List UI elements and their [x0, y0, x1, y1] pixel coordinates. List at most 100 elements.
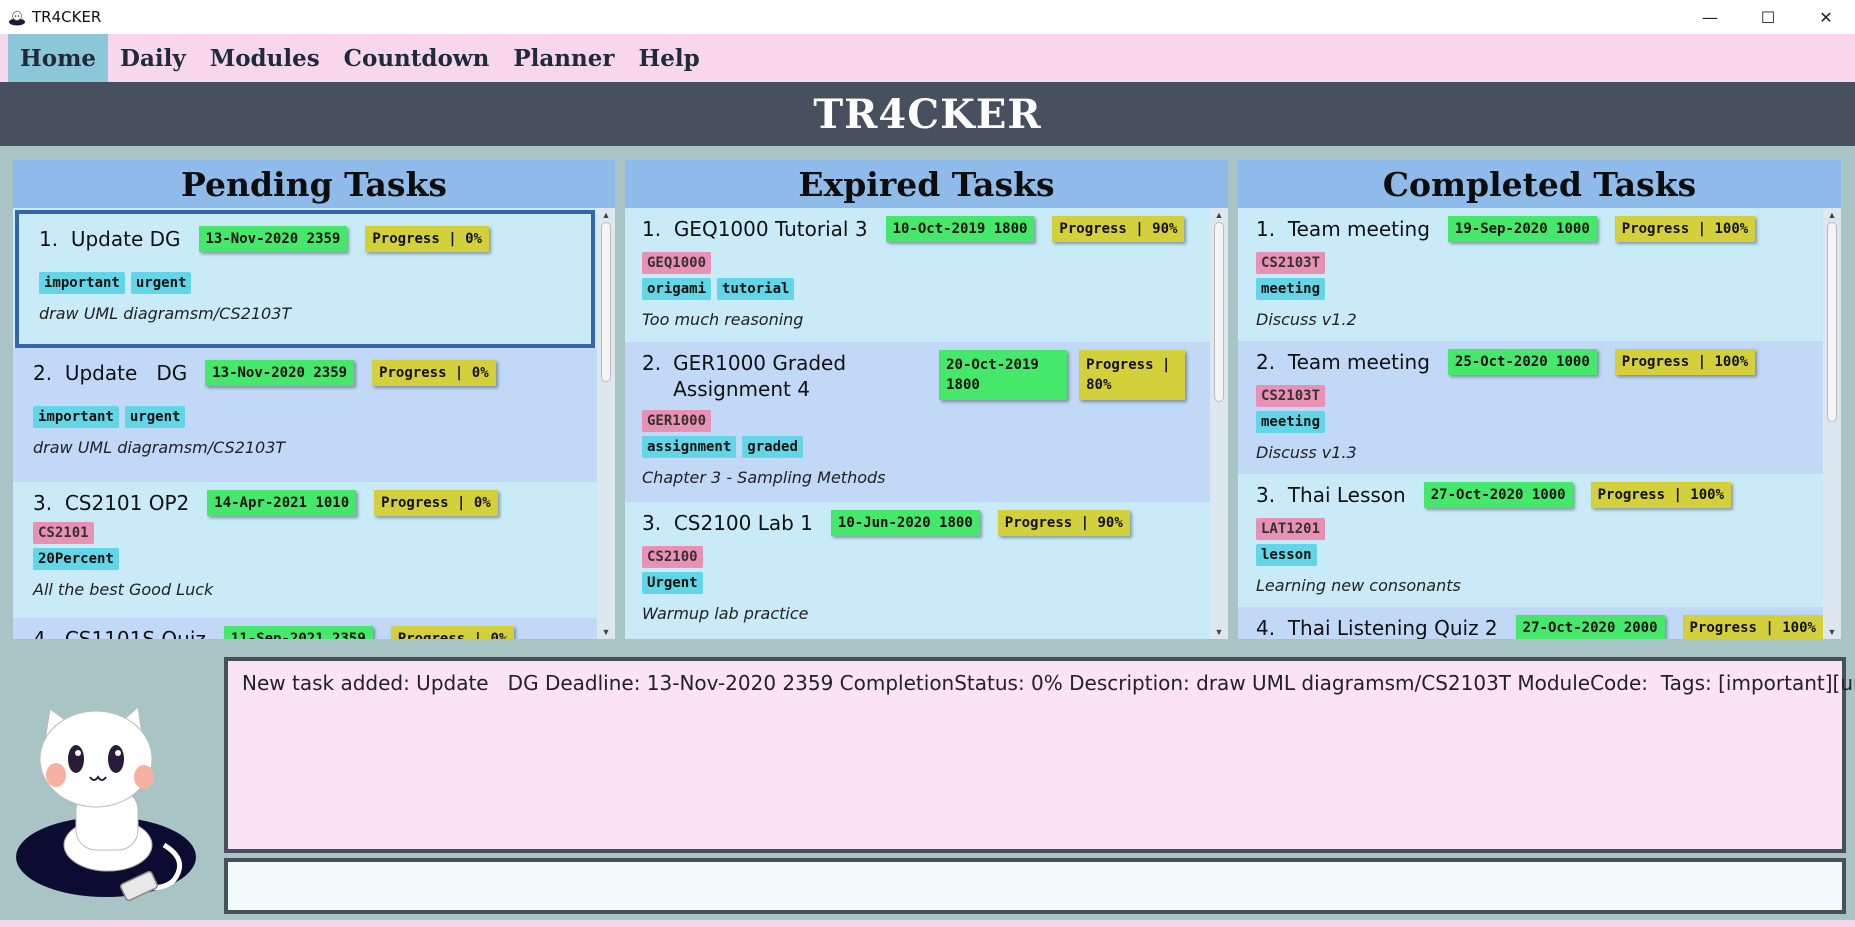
task-card[interactable]: 3. CS2101 OP2 14-Apr-2021 1010 Progress … — [13, 482, 597, 618]
tag: important — [33, 406, 119, 428]
task-title: 3. Thai Lesson — [1256, 483, 1406, 507]
progress-badge: Progress | 0% — [374, 490, 498, 516]
command-input[interactable] — [224, 858, 1846, 914]
completed-scrollbar[interactable]: ▲ ▼ — [1823, 208, 1841, 639]
progress-badge: Progress | 0% — [372, 360, 496, 386]
tag: lesson — [1256, 544, 1317, 566]
task-description: Learning new consonants — [1256, 576, 1461, 595]
progress-badge: Progress | 100% — [1614, 216, 1756, 242]
task-description: Warmup lab practice — [642, 604, 809, 623]
task-card[interactable]: 2. Update DG 13-Nov-2020 2359 Progress |… — [13, 348, 597, 482]
deadline-badge: 10-Oct-2019 1800 — [885, 216, 1035, 242]
module-tag: LAT1201 — [1256, 518, 1326, 540]
task-card[interactable]: 1. Team meeting 19-Sep-2020 1000 Progres… — [1238, 208, 1823, 341]
deadline-badge: 13-Nov-2020 2359 — [205, 360, 355, 386]
task-title: 3. CS2101 OP2 — [33, 491, 190, 515]
scroll-thumb[interactable] — [1827, 222, 1837, 422]
deadline-badge: 11-Sep-2021 2359 — [223, 626, 373, 639]
module-list: CS2100 — [642, 546, 1192, 568]
progress-badge: Progress | 0% — [390, 626, 515, 639]
module-tag: GER1000 — [642, 410, 712, 432]
deadline-badge: 19-Sep-2020 1000 — [1447, 216, 1597, 242]
close-icon[interactable]: ✕ — [1797, 0, 1855, 34]
panel-header: Completed Tasks — [1238, 160, 1841, 208]
tag-list: lesson — [1256, 544, 1805, 566]
menu-modules[interactable]: Modules — [198, 34, 332, 82]
task-title: 1. GEQ1000 Tutorial 3 — [642, 217, 868, 241]
deadline-badge: 10-Jun-2020 1800 — [830, 510, 980, 536]
module-list: CS2103T — [1256, 385, 1805, 407]
task-description: Discuss v1.3 — [1256, 443, 1357, 462]
task-card[interactable]: 3. CS2100 Lab 1 10-Jun-2020 1800 Progres… — [625, 502, 1210, 639]
task-title: 1. Update DG — [39, 227, 181, 251]
task-card[interactable]: 4. CS1101S Quiz 11-Sep-2021 2359 Progres… — [13, 618, 597, 639]
task-description: Chapter 3 - Sampling Methods — [642, 468, 886, 487]
progress-badge: Progress | 90% — [997, 510, 1130, 536]
minimize-icon[interactable]: — — [1681, 0, 1739, 34]
maximize-icon[interactable]: ☐ — [1739, 0, 1797, 34]
tag: meeting — [1256, 411, 1326, 433]
scroll-down-icon[interactable]: ▼ — [1210, 625, 1228, 639]
deadline-badge: 27-Oct-2020 2000 — [1515, 615, 1665, 639]
progress-badge: Progress | 100% — [1614, 349, 1756, 375]
task-card[interactable]: 3. Thai Lesson 27-Oct-2020 1000 Progress… — [1238, 474, 1823, 607]
window-title: TR4CKER — [32, 8, 102, 26]
scroll-up-icon[interactable]: ▲ — [1823, 208, 1841, 222]
window-titlebar: TR4CKER — ☐ ✕ — [0, 0, 1855, 34]
task-card[interactable]: 2. Team meeting 25-Oct-2020 1000 Progres… — [1238, 341, 1823, 474]
module-list: CS2101 — [33, 522, 579, 544]
progress-badge: Progress | 100% — [1590, 482, 1732, 508]
module-list: GEQ1000 — [642, 252, 1192, 274]
panel-title: Completed Tasks — [1382, 164, 1697, 204]
task-title: 4. CS1101S Quiz — [33, 627, 206, 639]
tag: 20Percent — [33, 548, 119, 570]
progress-badge: Progress | 80% — [1079, 350, 1186, 400]
tag: tutorial — [717, 278, 795, 300]
task-title: 3. CS2100 Lab 1 — [642, 511, 813, 535]
scroll-thumb[interactable] — [1214, 222, 1224, 402]
scroll-up-icon[interactable]: ▲ — [597, 208, 615, 222]
expired-scrollbar[interactable]: ▲ ▼ — [1210, 208, 1228, 639]
menu-planner[interactable]: Planner — [501, 34, 626, 82]
menu-help[interactable]: Help — [626, 34, 711, 82]
menu-daily[interactable]: Daily — [108, 34, 198, 82]
task-title: 2. Update DG — [33, 361, 188, 385]
scroll-up-icon[interactable]: ▲ — [1210, 208, 1228, 222]
app-header: TR4CKER — [0, 82, 1855, 146]
deadline-badge: 14-Apr-2021 1010 — [207, 490, 357, 516]
panel-title: Expired Tasks — [798, 164, 1055, 204]
panel-title: Pending Tasks — [181, 164, 447, 204]
window-controls: — ☐ ✕ — [1681, 0, 1855, 34]
tag: urgent — [124, 406, 186, 428]
tag: Urgent — [642, 572, 703, 594]
tag-list: important urgent — [33, 406, 579, 428]
tag: assignment — [642, 436, 737, 458]
task-card[interactable]: 4. Thai Listening Quiz 2 27-Oct-2020 200… — [1238, 607, 1823, 639]
task-card[interactable]: 1. Update DG 13-Nov-2020 2359 Progress |… — [15, 210, 595, 348]
result-display: New task added: Update DG Deadline: 13-N… — [224, 657, 1855, 853]
pending-scrollbar[interactable]: ▲ ▼ — [597, 208, 615, 639]
task-card[interactable]: 1. GEQ1000 Tutorial 3 10-Oct-2019 1800 P… — [625, 208, 1210, 342]
tag-list: origami tutorial — [642, 278, 1192, 300]
tag-list: meeting — [1256, 411, 1805, 433]
task-description: draw UML diagramsm/CS2103T — [39, 304, 292, 323]
scroll-down-icon[interactable]: ▼ — [1823, 625, 1841, 639]
bottom-strip — [0, 920, 1855, 927]
menu-home[interactable]: Home — [8, 34, 109, 82]
menu-countdown[interactable]: Countdown — [332, 34, 502, 82]
tag: important — [39, 272, 125, 294]
pending-task-list[interactable]: 1. Update DG 13-Nov-2020 2359 Progress |… — [13, 208, 597, 639]
completed-task-list[interactable]: 1. Team meeting 19-Sep-2020 1000 Progres… — [1238, 208, 1823, 639]
scroll-down-icon[interactable]: ▼ — [597, 625, 615, 639]
scroll-thumb[interactable] — [601, 222, 611, 382]
module-tag: CS2101 — [33, 522, 94, 544]
tag-list: 20Percent — [33, 548, 579, 570]
tag: urgent — [130, 272, 192, 294]
expired-task-list[interactable]: 1. GEQ1000 Tutorial 3 10-Oct-2019 1800 P… — [625, 208, 1210, 639]
task-index: 2. — [642, 351, 662, 375]
task-title: 2. Team meeting — [1256, 350, 1430, 374]
task-title: 4. Thai Listening Quiz 2 — [1256, 616, 1498, 639]
task-card[interactable]: 2. GER1000 Graded Assignment 4 20-Oct-20… — [625, 342, 1210, 502]
module-tag: CS2103T — [1256, 252, 1326, 274]
module-list: GER1000 — [642, 410, 1192, 432]
